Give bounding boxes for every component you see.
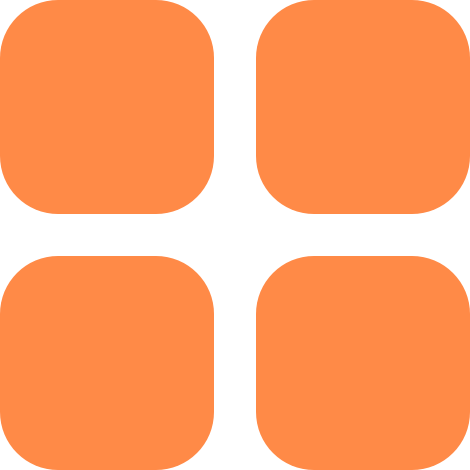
grid-view-icon	[0, 0, 470, 470]
grid-view-icon-svg	[0, 0, 470, 470]
grid-tile-bottom-left	[0, 256, 214, 470]
grid-tile-bottom-right	[256, 256, 470, 470]
grid-tile-top-left	[0, 0, 214, 214]
grid-tile-top-right	[256, 0, 470, 214]
